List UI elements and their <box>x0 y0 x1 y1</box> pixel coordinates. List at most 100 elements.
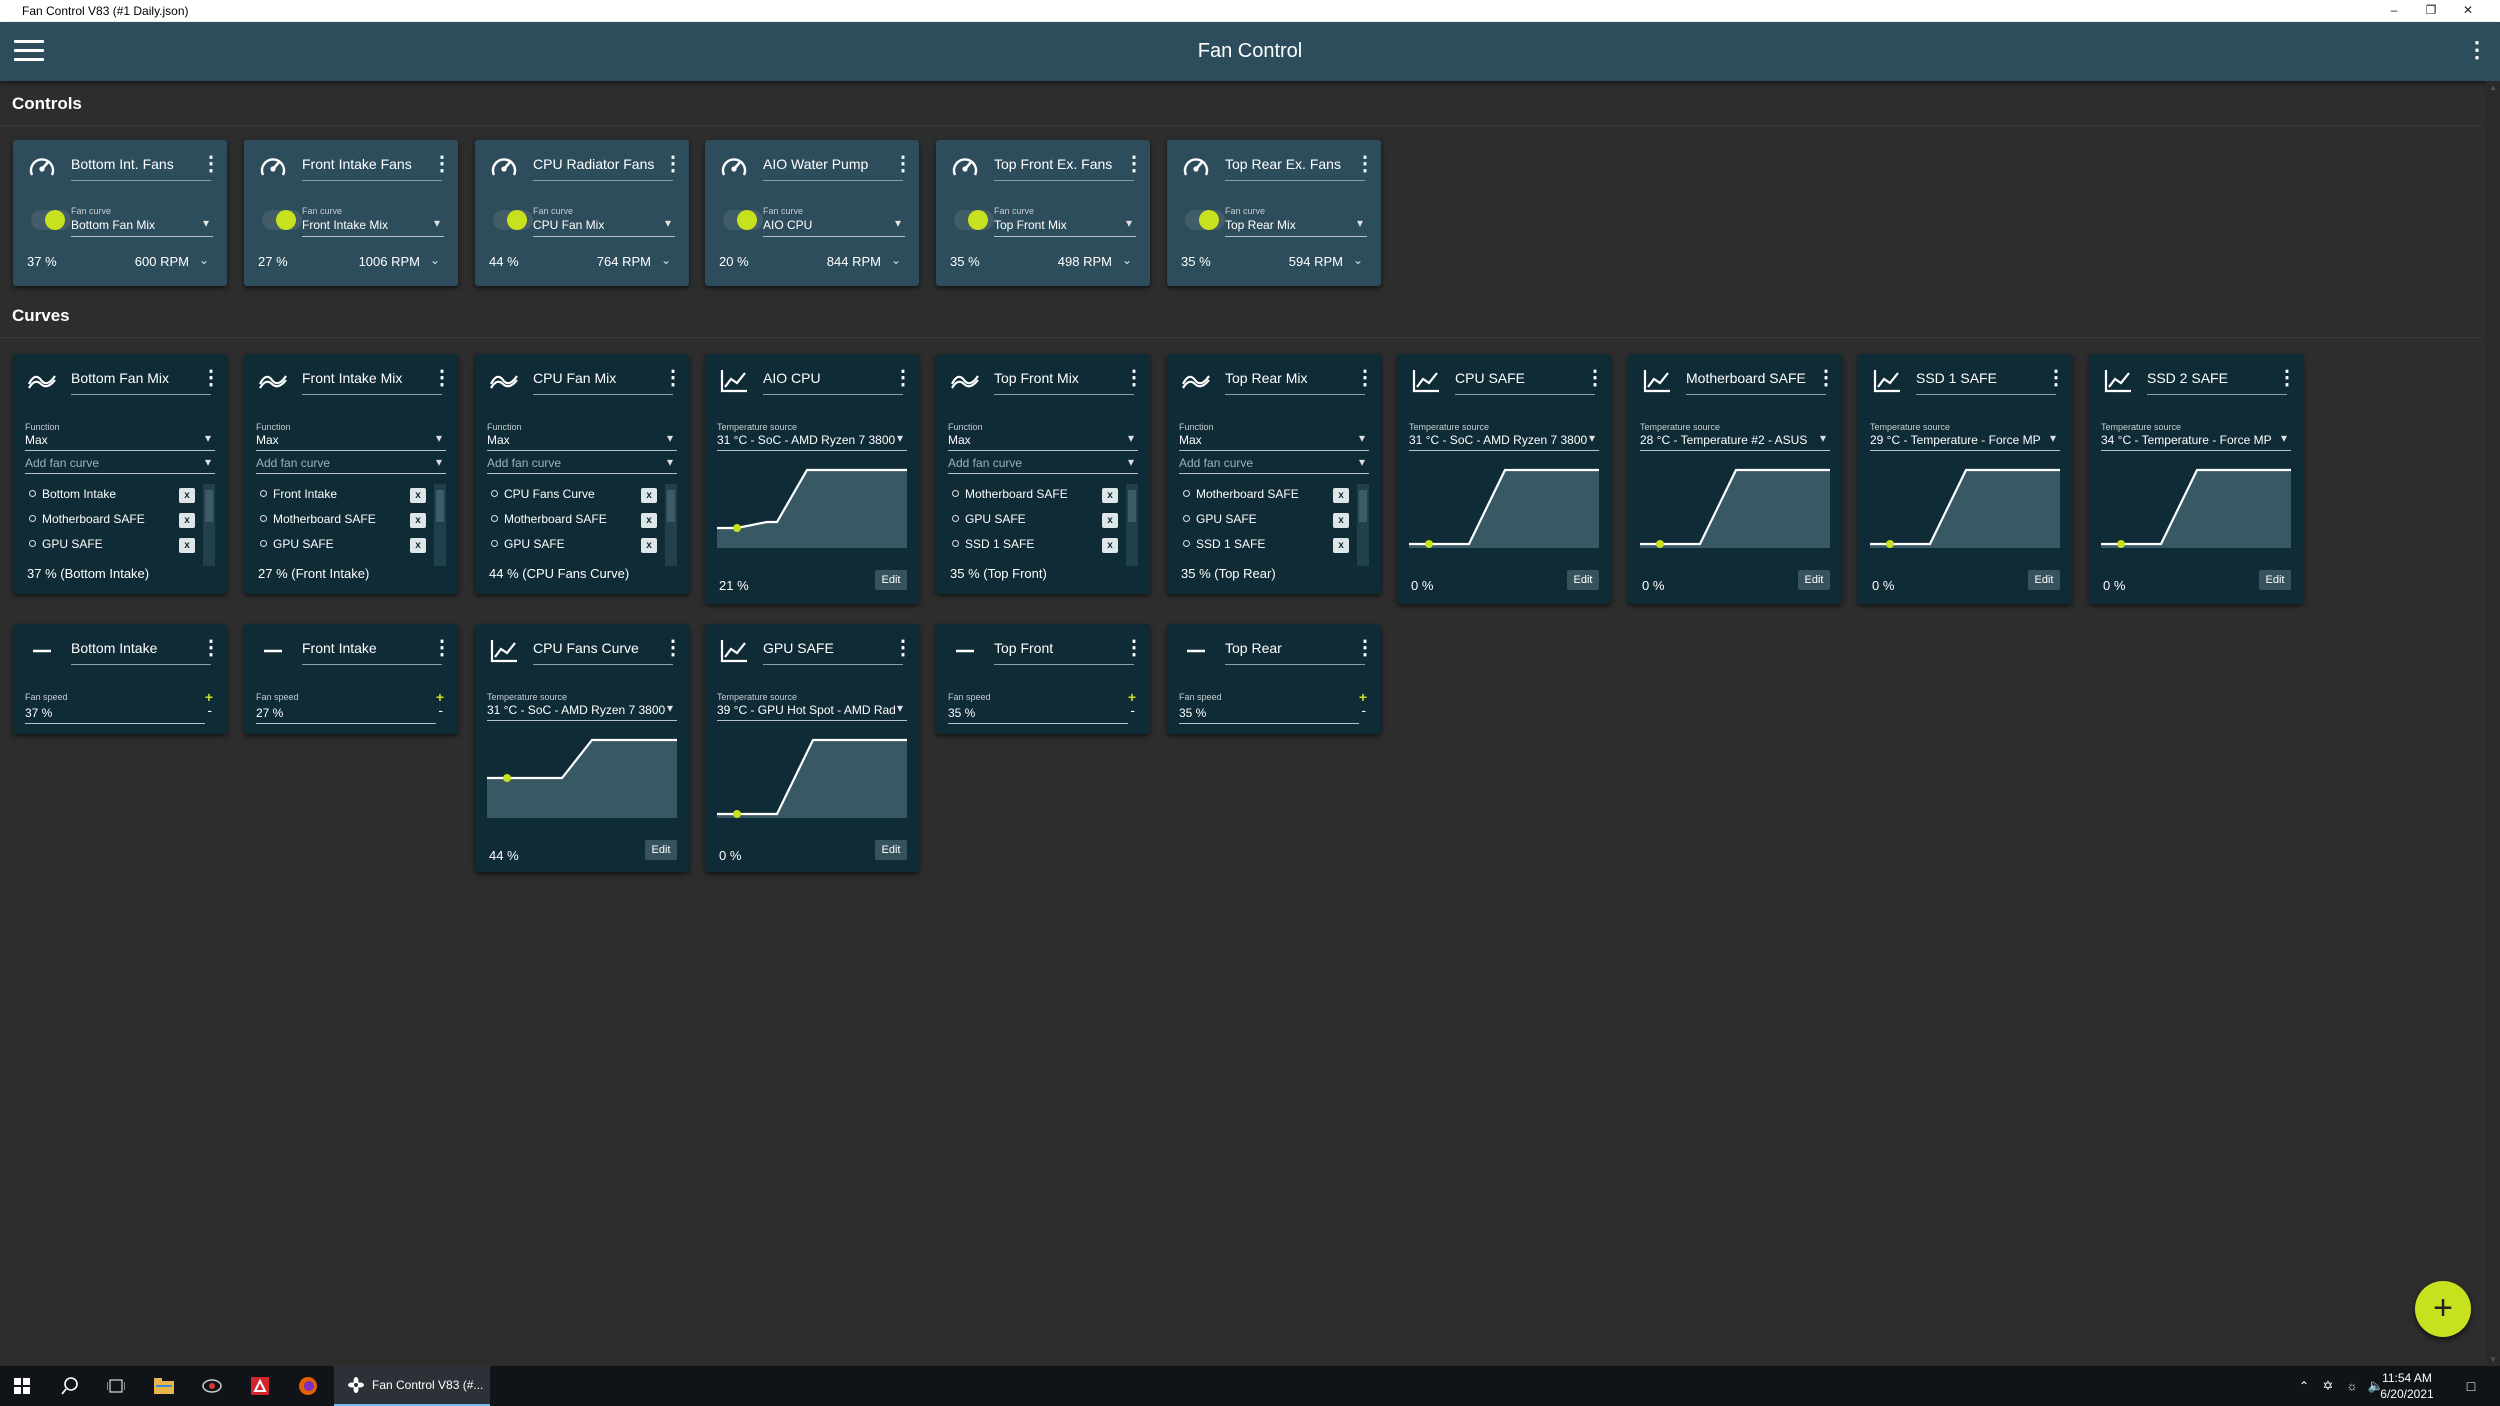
expand-chevron-icon[interactable]: ⌄ <box>891 253 901 267</box>
remove-item-button[interactable]: x <box>1102 538 1118 553</box>
page-scrollbar[interactable]: ▲ ▼ <box>2486 81 2500 1366</box>
temperature-source-select[interactable]: 28 °C - Temperature #2 - ASUS <box>1640 433 1818 447</box>
clock[interactable]: 11:54 AM 6/20/2021 <box>2372 1370 2442 1402</box>
remove-item-button[interactable]: x <box>1102 488 1118 503</box>
dropdown-arrow-icon[interactable]: ▾ <box>667 431 673 445</box>
curve-graph[interactable] <box>717 466 907 548</box>
function-select[interactable]: Max <box>256 433 279 447</box>
card-menu-icon[interactable]: ⋮ <box>663 634 683 664</box>
enable-toggle[interactable] <box>723 210 763 230</box>
temperature-source-select[interactable]: 34 °C - Temperature - Force MP <box>2101 433 2279 447</box>
remove-item-button[interactable]: x <box>410 513 426 528</box>
function-select[interactable]: Max <box>25 433 48 447</box>
dropdown-arrow-icon[interactable]: ▾ <box>1359 431 1365 445</box>
file-explorer-icon[interactable] <box>142 1366 186 1406</box>
card-menu-icon[interactable]: ⋮ <box>893 150 913 180</box>
scroll-thumb[interactable] <box>1128 490 1136 522</box>
add-fan-curve-select[interactable]: Add fan curve <box>256 456 330 470</box>
add-fan-curve-select[interactable]: Add fan curve <box>25 456 99 470</box>
graph-curve-card[interactable]: GPU SAFE ⋮ Temperature source 39 °C - GPU H… <box>705 624 919 872</box>
fan-curve-select[interactable]: Bottom Fan Mix <box>71 218 201 232</box>
dropdown-arrow-icon[interactable]: ▾ <box>1357 216 1363 230</box>
remove-item-button[interactable]: x <box>641 513 657 528</box>
curve-graph[interactable] <box>487 736 677 818</box>
fan-curve-select[interactable]: Top Rear Mix <box>1225 218 1355 232</box>
function-select[interactable]: Max <box>1179 433 1202 447</box>
list-scrollbar[interactable] <box>434 484 446 566</box>
dropdown-arrow-icon[interactable]: ▾ <box>2281 431 2287 445</box>
card-menu-icon[interactable]: ⋮ <box>1124 364 1144 394</box>
fan-curve-select[interactable]: Top Front Mix <box>994 218 1124 232</box>
card-menu-icon[interactable]: ⋮ <box>663 150 683 180</box>
decrease-icon[interactable]: - <box>1361 702 1366 718</box>
fan-tray-icon[interactable]: ✡ <box>2316 1366 2340 1406</box>
start-button[interactable] <box>0 1366 44 1406</box>
dropdown-arrow-icon[interactable]: ▾ <box>1128 431 1134 445</box>
minimize-icon[interactable]: – <box>2379 0 2409 22</box>
expand-chevron-icon[interactable]: ⌄ <box>1122 253 1132 267</box>
task-view-icon[interactable] <box>94 1366 138 1406</box>
card-menu-icon[interactable]: ⋮ <box>432 150 452 180</box>
fan-curve-select[interactable]: CPU Fan Mix <box>533 218 663 232</box>
curve-graph[interactable] <box>1409 466 1599 548</box>
dropdown-arrow-icon[interactable]: ▾ <box>434 216 440 230</box>
list-scrollbar[interactable] <box>1357 484 1369 566</box>
fan-speed-input[interactable]: 35 % <box>948 706 975 720</box>
expand-chevron-icon[interactable]: ⌄ <box>661 253 671 267</box>
flat-curve-card[interactable]: Top Rear ⋮ Fan speed 35 % + - <box>1167 624 1381 734</box>
enable-toggle[interactable] <box>31 210 71 230</box>
restore-icon[interactable]: ❐ <box>2416 0 2446 22</box>
dropdown-arrow-icon[interactable]: ▾ <box>436 431 442 445</box>
remove-item-button[interactable]: x <box>641 538 657 553</box>
mix-curve-card[interactable]: CPU Fan Mix ⋮ Function Max ▾ Add fan curve ▾ CP… <box>475 354 689 594</box>
card-menu-icon[interactable]: ⋮ <box>893 364 913 394</box>
enable-toggle[interactable] <box>954 210 994 230</box>
chevron-up-icon[interactable]: ⌃ <box>2292 1366 2316 1406</box>
graph-curve-card[interactable]: CPU Fans Curve ⋮ Temperature source 31 °C -… <box>475 624 689 872</box>
card-menu-icon[interactable]: ⋮ <box>201 364 221 394</box>
temperature-source-select[interactable]: 29 °C - Temperature - Force MP <box>1870 433 2048 447</box>
graph-curve-card[interactable]: Motherboard SAFE ⋮ Temperature source 28 °C… <box>1628 354 1842 604</box>
card-menu-icon[interactable]: ⋮ <box>432 634 452 664</box>
mix-curve-card[interactable]: Top Front Mix ⋮ Function Max ▾ Add fan curve ▾… <box>936 354 1150 594</box>
dropdown-arrow-icon[interactable]: ▾ <box>436 455 442 469</box>
expand-chevron-icon[interactable]: ⌄ <box>1353 253 1363 267</box>
remove-item-button[interactable]: x <box>410 538 426 553</box>
remove-item-button[interactable]: x <box>179 538 195 553</box>
card-menu-icon[interactable]: ⋮ <box>201 150 221 180</box>
fan-speed-input[interactable]: 27 % <box>256 706 283 720</box>
dropdown-arrow-icon[interactable]: ▾ <box>1128 455 1134 469</box>
function-select[interactable]: Max <box>487 433 510 447</box>
control-card[interactable]: CPU Radiator Fans ⋮ Fan curve CPU Fan Mix ▾ 4… <box>475 140 689 286</box>
expand-chevron-icon[interactable]: ⌄ <box>430 253 440 267</box>
control-card[interactable]: Front Intake Fans ⋮ Fan curve Front Intake … <box>244 140 458 286</box>
list-scrollbar[interactable] <box>1126 484 1138 566</box>
card-menu-icon[interactable]: ⋮ <box>1585 364 1605 394</box>
enable-toggle[interactable] <box>493 210 533 230</box>
network-icon[interactable]: ☼ <box>2340 1366 2364 1406</box>
control-card[interactable]: Bottom Int. Fans ⋮ Fan curve Bottom Fan Mix… <box>13 140 227 286</box>
card-menu-icon[interactable]: ⋮ <box>432 364 452 394</box>
fan-curve-select[interactable]: Front Intake Mix <box>302 218 432 232</box>
add-fan-curve-select[interactable]: Add fan curve <box>948 456 1022 470</box>
remove-item-button[interactable]: x <box>1102 513 1118 528</box>
remove-item-button[interactable]: x <box>1333 538 1349 553</box>
amd-radeon-icon[interactable] <box>238 1366 282 1406</box>
temperature-source-select[interactable]: 31 °C - SoC - AMD Ryzen 7 3800X <box>717 433 895 447</box>
dropdown-arrow-icon[interactable]: ▾ <box>205 455 211 469</box>
close-icon[interactable]: ✕ <box>2453 0 2483 22</box>
mix-curve-card[interactable]: Bottom Fan Mix ⋮ Function Max ▾ Add fan curve… <box>13 354 227 594</box>
app-icon[interactable] <box>190 1366 234 1406</box>
enable-toggle[interactable] <box>262 210 302 230</box>
function-select[interactable]: Max <box>948 433 971 447</box>
notifications-icon[interactable]: □ <box>2456 1366 2486 1406</box>
dropdown-arrow-icon[interactable]: ▾ <box>665 216 671 230</box>
decrease-icon[interactable]: - <box>438 702 443 718</box>
curve-graph[interactable] <box>1870 466 2060 548</box>
add-fan-curve-select[interactable]: Add fan curve <box>487 456 561 470</box>
list-scrollbar[interactable] <box>203 484 215 566</box>
edit-button[interactable]: Edit <box>1798 570 1830 590</box>
card-menu-icon[interactable]: ⋮ <box>201 634 221 664</box>
card-menu-icon[interactable]: ⋮ <box>2277 364 2297 394</box>
control-card[interactable]: Top Rear Ex. Fans ⋮ Fan curve Top Rear Mix ▾… <box>1167 140 1381 286</box>
